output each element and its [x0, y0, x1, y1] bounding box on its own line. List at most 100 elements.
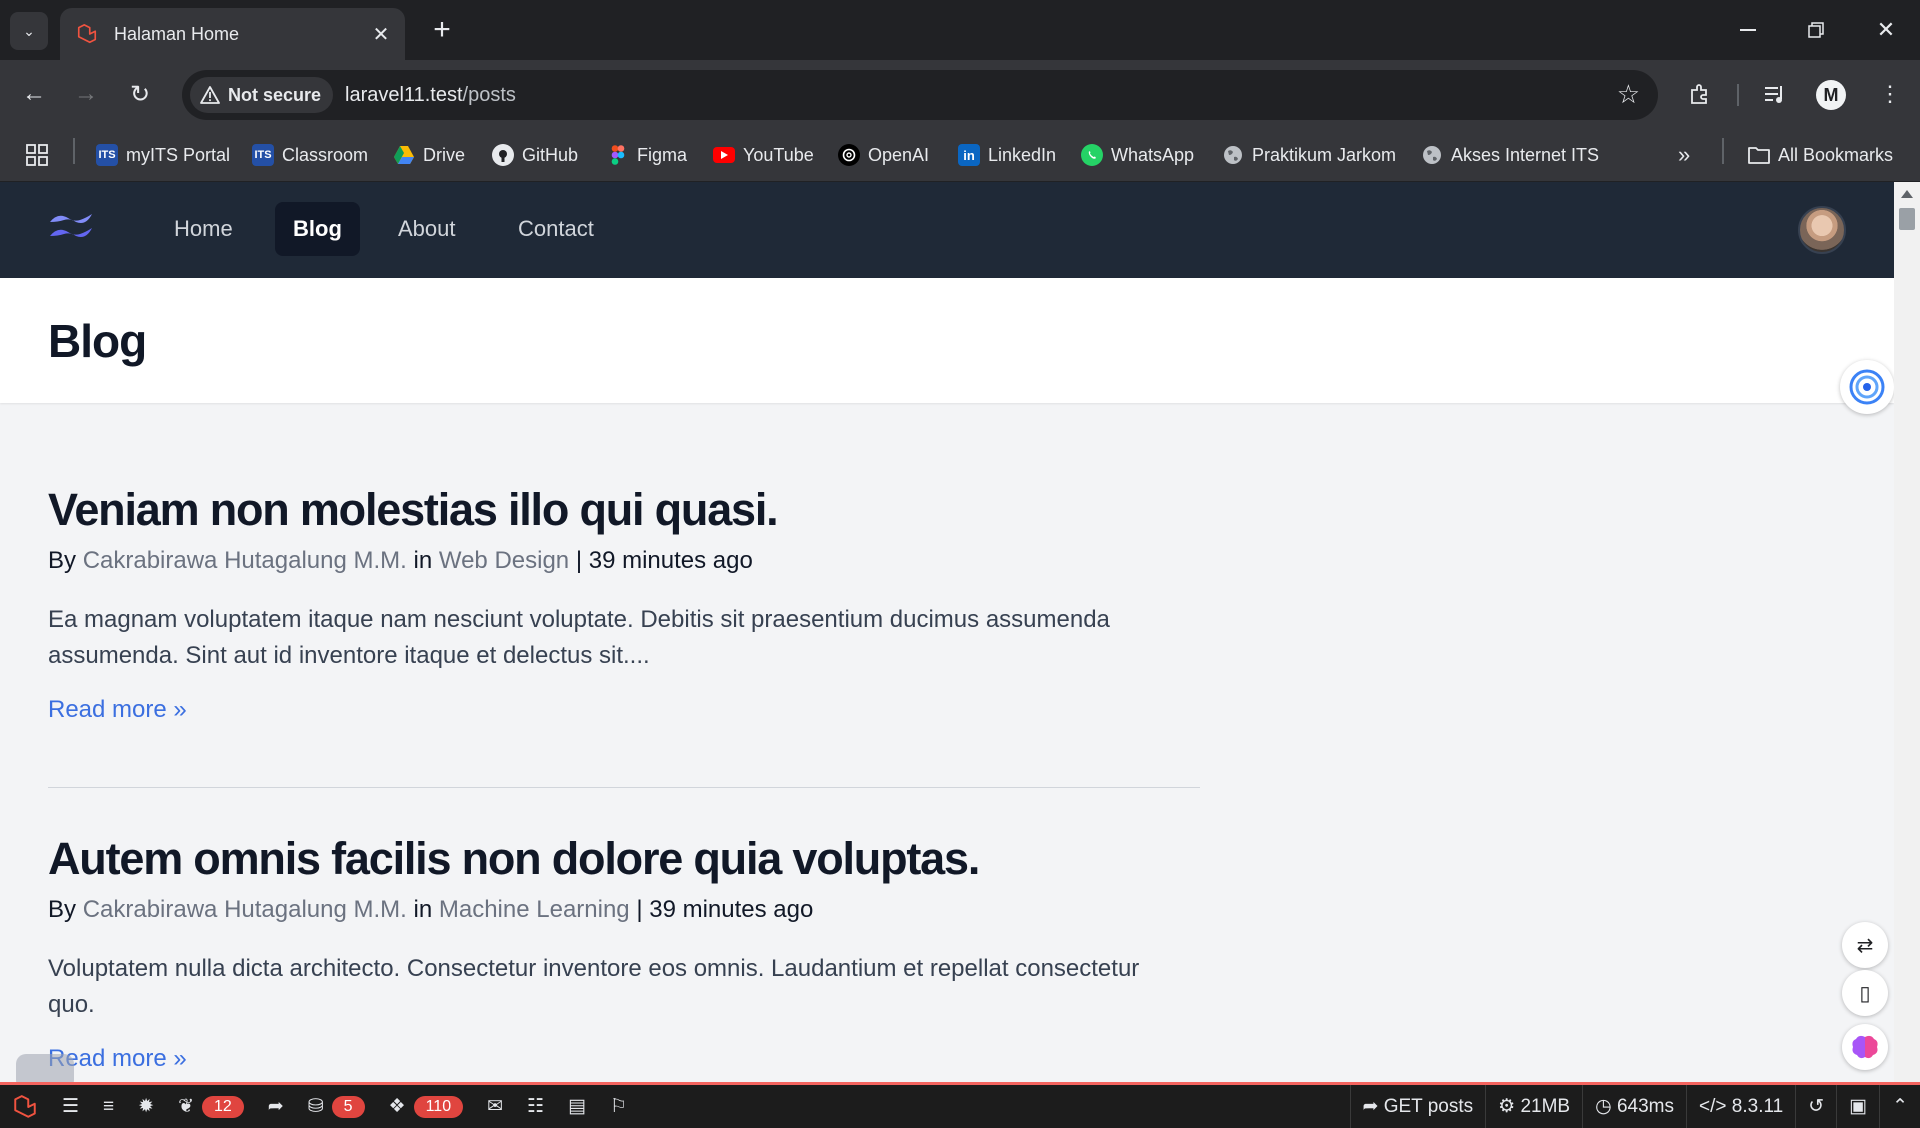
bookmark-github[interactable]: GitHub — [492, 140, 578, 170]
reload-button[interactable]: ↻ — [120, 74, 160, 114]
bookmark-myits-portal[interactable]: ITS myITS Portal — [96, 140, 230, 170]
bookmarks-overflow-icon[interactable]: » — [1678, 140, 1690, 170]
bookmark-linkedin[interactable]: in LinkedIn — [958, 140, 1056, 170]
post-author-link[interactable]: Cakrabirawa Hutagalung M.M. — [83, 896, 407, 923]
tailwind-logo-icon[interactable] — [46, 210, 98, 247]
laravel-icon — [14, 1094, 36, 1118]
bookmark-label: YouTube — [743, 144, 814, 165]
nav-home[interactable]: Home — [156, 202, 251, 256]
tab-close-icon[interactable]: ✕ — [369, 22, 393, 47]
debugbar-logo[interactable] — [0, 1085, 50, 1128]
post-category-link[interactable]: Machine Learning — [439, 896, 630, 923]
browser-tab-active[interactable]: Halaman Home ✕ — [60, 8, 405, 60]
bookmark-classroom[interactable]: ITS Classroom — [252, 140, 368, 170]
globe-icon — [1421, 144, 1443, 166]
meta-in: in — [413, 547, 433, 574]
bookmark-label: GitHub — [522, 144, 579, 165]
bookmark-praktikum-jarkom[interactable]: Praktikum Jarkom — [1222, 140, 1396, 170]
nav-about[interactable]: About — [380, 202, 474, 256]
all-bookmarks-label: All Bookmarks — [1778, 144, 1894, 165]
database-icon: ⛁ — [307, 1096, 324, 1117]
share-icon: ➦ — [267, 1096, 284, 1117]
new-tab-button[interactable]: + — [424, 12, 460, 48]
debugbar-collapse-button[interactable]: ⌃ — [1879, 1085, 1920, 1128]
bookmark-youtube[interactable]: YouTube — [713, 140, 814, 170]
queries-count-badge: 5 — [331, 1095, 365, 1118]
laravel-debugbar: ☰ ≡ ✹ ❦ 12 ➦ ⛁ 5 ❖ 110 ✉ ☷ ▤ ⚐ ➦ GET posts … — [0, 1082, 1920, 1128]
debugbar-history-button[interactable]: ↺ — [1795, 1085, 1836, 1128]
debugbar-queries-tab[interactable]: ⛁ 5 — [296, 1085, 377, 1128]
debugbar-models-tab[interactable]: ❖ 110 — [377, 1085, 476, 1128]
bookmark-label: Akses Internet ITS — [1451, 144, 1600, 165]
debugbar-memory[interactable]: ⚙ 21MB — [1485, 1085, 1582, 1128]
debugbar-tabs: ☰ ≡ ✹ ❦ 12 ➦ ⛁ 5 ❖ 110 ✉ ☷ ▤ ⚐ — [0, 1085, 639, 1128]
bookmarks-divider — [1722, 138, 1724, 164]
debug-toggle-button[interactable] — [16, 1054, 74, 1082]
apps-grid-icon[interactable] — [26, 140, 48, 170]
models-count-badge: 110 — [413, 1095, 464, 1118]
close-window-button[interactable]: ✕ — [1852, 0, 1920, 60]
profile-avatar-button[interactable]: M — [1816, 80, 1846, 110]
all-bookmarks-button[interactable]: All Bookmarks — [1748, 140, 1893, 170]
brain-button[interactable] — [1842, 1024, 1888, 1070]
debugbar-route[interactable]: ➦ GET posts — [1349, 1085, 1486, 1128]
debugbar-timeline-tab[interactable]: ≡ — [91, 1085, 126, 1128]
post-excerpt: Ea magnam voluptatem itaque nam nesciunt… — [48, 606, 1110, 669]
post-card: Autem omnis facilis non dolore quia volu… — [48, 831, 1200, 1073]
warning-icon — [200, 86, 220, 104]
url-host: laravel11.test — [345, 83, 463, 106]
url-text[interactable]: laravel11.test/posts — [345, 84, 516, 107]
translate-button[interactable]: ⇄ — [1842, 922, 1888, 968]
nav-blog[interactable]: Blog — [275, 202, 360, 256]
bookmark-label: Praktikum Jarkom — [1252, 144, 1397, 165]
chevron-down-icon: ⌄ — [23, 22, 35, 39]
user-avatar[interactable] — [1798, 206, 1846, 254]
bookmark-label: Drive — [423, 144, 466, 165]
scroll-thumb[interactable] — [1899, 208, 1915, 230]
bookmark-openai[interactable]: OpenAI — [838, 140, 929, 170]
address-bar[interactable]: Not secure laravel11.test/posts ☆ — [182, 70, 1658, 120]
forward-button[interactable]: → — [66, 74, 106, 114]
debugbar-time[interactable]: ◷ 643ms — [1582, 1085, 1686, 1128]
bookmark-drive[interactable]: Drive — [393, 140, 465, 170]
translate-icon: ⇄ — [1856, 934, 1874, 957]
back-button[interactable]: ← — [14, 74, 54, 114]
bookmark-akses-internet-its[interactable]: Akses Internet ITS — [1421, 140, 1599, 170]
post-divider — [48, 787, 1200, 788]
post-title[interactable]: Autem omnis facilis non dolore quia volu… — [48, 831, 1200, 887]
bookmark-star-icon[interactable]: ☆ — [1617, 81, 1640, 107]
inbox-icon: ✉ — [487, 1096, 504, 1117]
security-chip[interactable]: Not secure — [190, 77, 334, 113]
restore-button[interactable] — [1782, 0, 1850, 60]
debugbar-exceptions-tab[interactable]: ✹ — [126, 1085, 166, 1128]
minimize-button[interactable] — [1714, 0, 1782, 60]
ai-assistant-button[interactable] — [1840, 360, 1894, 414]
read-more-link[interactable]: Read more » — [48, 696, 187, 724]
debugbar-messages-tab[interactable]: ☰ — [50, 1085, 91, 1128]
browser-toolbar: ← → ↻ Not secure laravel11.test/posts ☆ … — [0, 60, 1920, 128]
scroll-up-icon[interactable] — [1901, 190, 1913, 198]
debugbar-request-tab[interactable]: ⚐ — [598, 1085, 639, 1128]
debugbar-open-button[interactable]: ▣ — [1836, 1085, 1879, 1128]
debugbar-views-tab[interactable]: ❦ 12 — [166, 1085, 256, 1128]
media-controls-icon[interactable] — [1756, 74, 1796, 114]
nav-contact[interactable]: Contact — [500, 202, 612, 256]
more-menu-icon[interactable]: ⋮ — [1870, 74, 1910, 114]
bookmark-whatsapp[interactable]: WhatsApp — [1081, 140, 1194, 170]
brain-icon — [1852, 1035, 1878, 1059]
post-author-link[interactable]: Cakrabirawa Hutagalung M.M. — [83, 547, 407, 574]
post-category-link[interactable]: Web Design — [439, 547, 569, 574]
debugbar-gate-tab[interactable]: ☷ — [515, 1085, 556, 1128]
reader-button[interactable]: ▯ — [1842, 970, 1888, 1016]
spiral-icon — [1849, 369, 1885, 405]
debugbar-session-tab[interactable]: ▤ — [556, 1085, 598, 1128]
page-scrollbar[interactable] — [1894, 182, 1920, 1082]
post-title[interactable]: Veniam non molestias illo qui quasi. — [48, 482, 1200, 538]
debugbar-mail-tab[interactable]: ✉ — [475, 1085, 515, 1128]
arrow-right-icon: → — [74, 80, 98, 107]
extensions-icon[interactable] — [1680, 74, 1720, 114]
tab-search-button[interactable]: ⌄ — [10, 12, 48, 50]
debugbar-route-tab[interactable]: ➦ — [256, 1085, 296, 1128]
page-title: Blog — [48, 315, 147, 367]
bookmark-figma[interactable]: Figma — [607, 140, 687, 170]
